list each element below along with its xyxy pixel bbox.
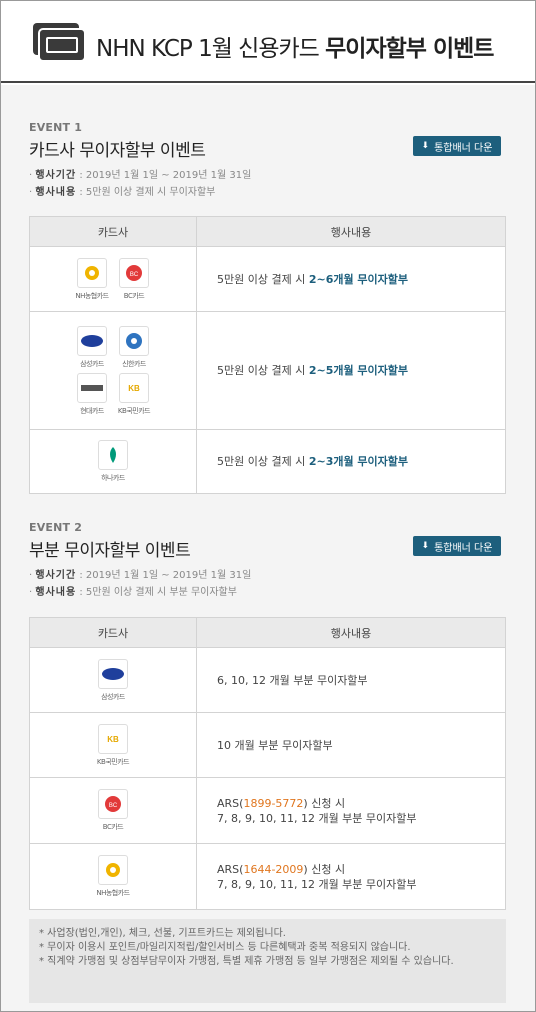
svg-text:KB: KB [128,384,140,393]
event2-header-card: 카드사 [29,617,197,648]
notes-box: * 사업장(법인,개인), 체크, 선불, 기프트카드는 제외됩니다. * 무이… [29,919,506,1003]
event1-row1-desc: 5만원 이상 결제 시 2~6개월 무이자할부 [196,246,506,312]
event2-download-banner-button[interactable]: ⬇ 통합배너 다운 [413,536,501,556]
download-icon: ⬇ [421,541,430,551]
kb-card-logo: KB KB국민카드 [95,723,131,767]
event-page: NHN KCP 1월 신용카드 무이자할부 이벤트 EVENT 1 카드사 무이… [0,0,536,1012]
event1-download-banner-button[interactable]: ⬇ 통합배너 다운 [413,136,501,156]
ars-phone: 1899-5772 [243,796,304,810]
event2-meta: · 행사기간 : 2019년 1월 1일 ~ 2019년 1월 31일 · 행사… [29,570,252,598]
event1-meta: · 행사기간 : 2019년 1월 1일 ~ 2019년 1월 31일 · 행사… [29,170,252,198]
event2-section: EVENT 2 부분 무이자할부 이벤트 ⬇ 통합배너 다운 · 행사기간 : … [29,521,506,601]
event2-row2-desc: 10 개월 부분 무이자할부 [196,712,506,778]
samsung-card-logo: 삼성카드 [95,658,131,702]
event1-header-content: 행사내용 [196,216,506,247]
nh-card-logo: NH농협카드 [74,257,110,301]
event1-section: EVENT 1 카드사 무이자할부 이벤트 ⬇ 통합배너 다운 · 행사기간 :… [29,121,506,201]
event2-row1-desc: 6, 10, 12 개월 부분 무이자할부 [196,647,506,713]
table-row: 삼성카드 6, 10, 12 개월 부분 무이자할부 [29,647,506,713]
svg-text:KB: KB [107,735,119,744]
note-item: * 무이자 이용시 포인트/마일리지적립/할인서비스 등 다른혜택과 중복 적용… [39,942,411,953]
event2-label: EVENT 2 [29,521,83,534]
note-item: * 직계약 가맹점 및 상점부담무이자 가맹점, 특별 제휴 가맹점 등 일부 … [39,956,454,967]
event2-row4-desc: ARS(1644-2009) 신청 시 7, 8, 9, 10, 11, 12 … [196,843,506,910]
event1-table: 카드사 행사내용 NH농협카드 BC BC카드 5만원 이상 결제 시 2~6개… [29,216,506,494]
table-row: 삼성카드 신한카드 현대카드 KB KB국민카드 5만원 이상 결제 시 2~5… [29,311,506,430]
hana-card-logo: 하나카드 [95,440,131,483]
event2-header-content: 행사내용 [196,617,506,648]
page-title: NHN KCP 1월 신용카드 무이자할부 이벤트 [96,36,494,62]
svg-text:BC: BC [109,803,118,809]
hyundai-card-logo: 현대카드 [74,372,110,416]
shinhan-card-logo: 신한카드 [116,325,152,369]
svg-text:BC: BC [130,272,139,278]
table-row: KB KB국민카드 10 개월 부분 무이자할부 [29,712,506,778]
nh-card-logo: NH농협카드 [95,855,131,898]
download-icon: ⬇ [421,141,430,151]
bc-card-logo: BC BC카드 [95,789,131,832]
samsung-card-logo: 삼성카드 [74,325,110,369]
event1-header-card: 카드사 [29,216,197,247]
table-row: BC BC카드 ARS(1899-5772) 신청 시 7, 8, 9, 10,… [29,777,506,844]
event1-row3-desc: 5만원 이상 결제 시 2~3개월 무이자할부 [196,429,506,494]
table-row: NH농협카드 ARS(1644-2009) 신청 시 7, 8, 9, 10, … [29,843,506,910]
bc-card-logo: BC BC카드 [116,257,152,301]
table-row: NH농협카드 BC BC카드 5만원 이상 결제 시 2~6개월 무이자할부 [29,246,506,312]
kb-card-logo: KB KB국민카드 [116,372,152,416]
note-item: * 사업장(법인,개인), 체크, 선불, 기프트카드는 제외됩니다. [39,928,286,939]
event1-label: EVENT 1 [29,121,83,134]
credit-card-icon [33,23,86,62]
event2-table: 카드사 행사내용 삼성카드 6, 10, 12 개월 부분 무이자할부 KB K… [29,617,506,910]
ars-phone: 1644-2009 [243,862,304,876]
table-row: 하나카드 5만원 이상 결제 시 2~3개월 무이자할부 [29,429,506,494]
event2-row3-desc: ARS(1899-5772) 신청 시 7, 8, 9, 10, 11, 12 … [196,777,506,844]
page-header: NHN KCP 1월 신용카드 무이자할부 이벤트 [1,1,535,83]
content-area: EVENT 1 카드사 무이자할부 이벤트 ⬇ 통합배너 다운 · 행사기간 :… [1,85,535,1011]
event1-row2-desc: 5만원 이상 결제 시 2~5개월 무이자할부 [196,311,506,430]
